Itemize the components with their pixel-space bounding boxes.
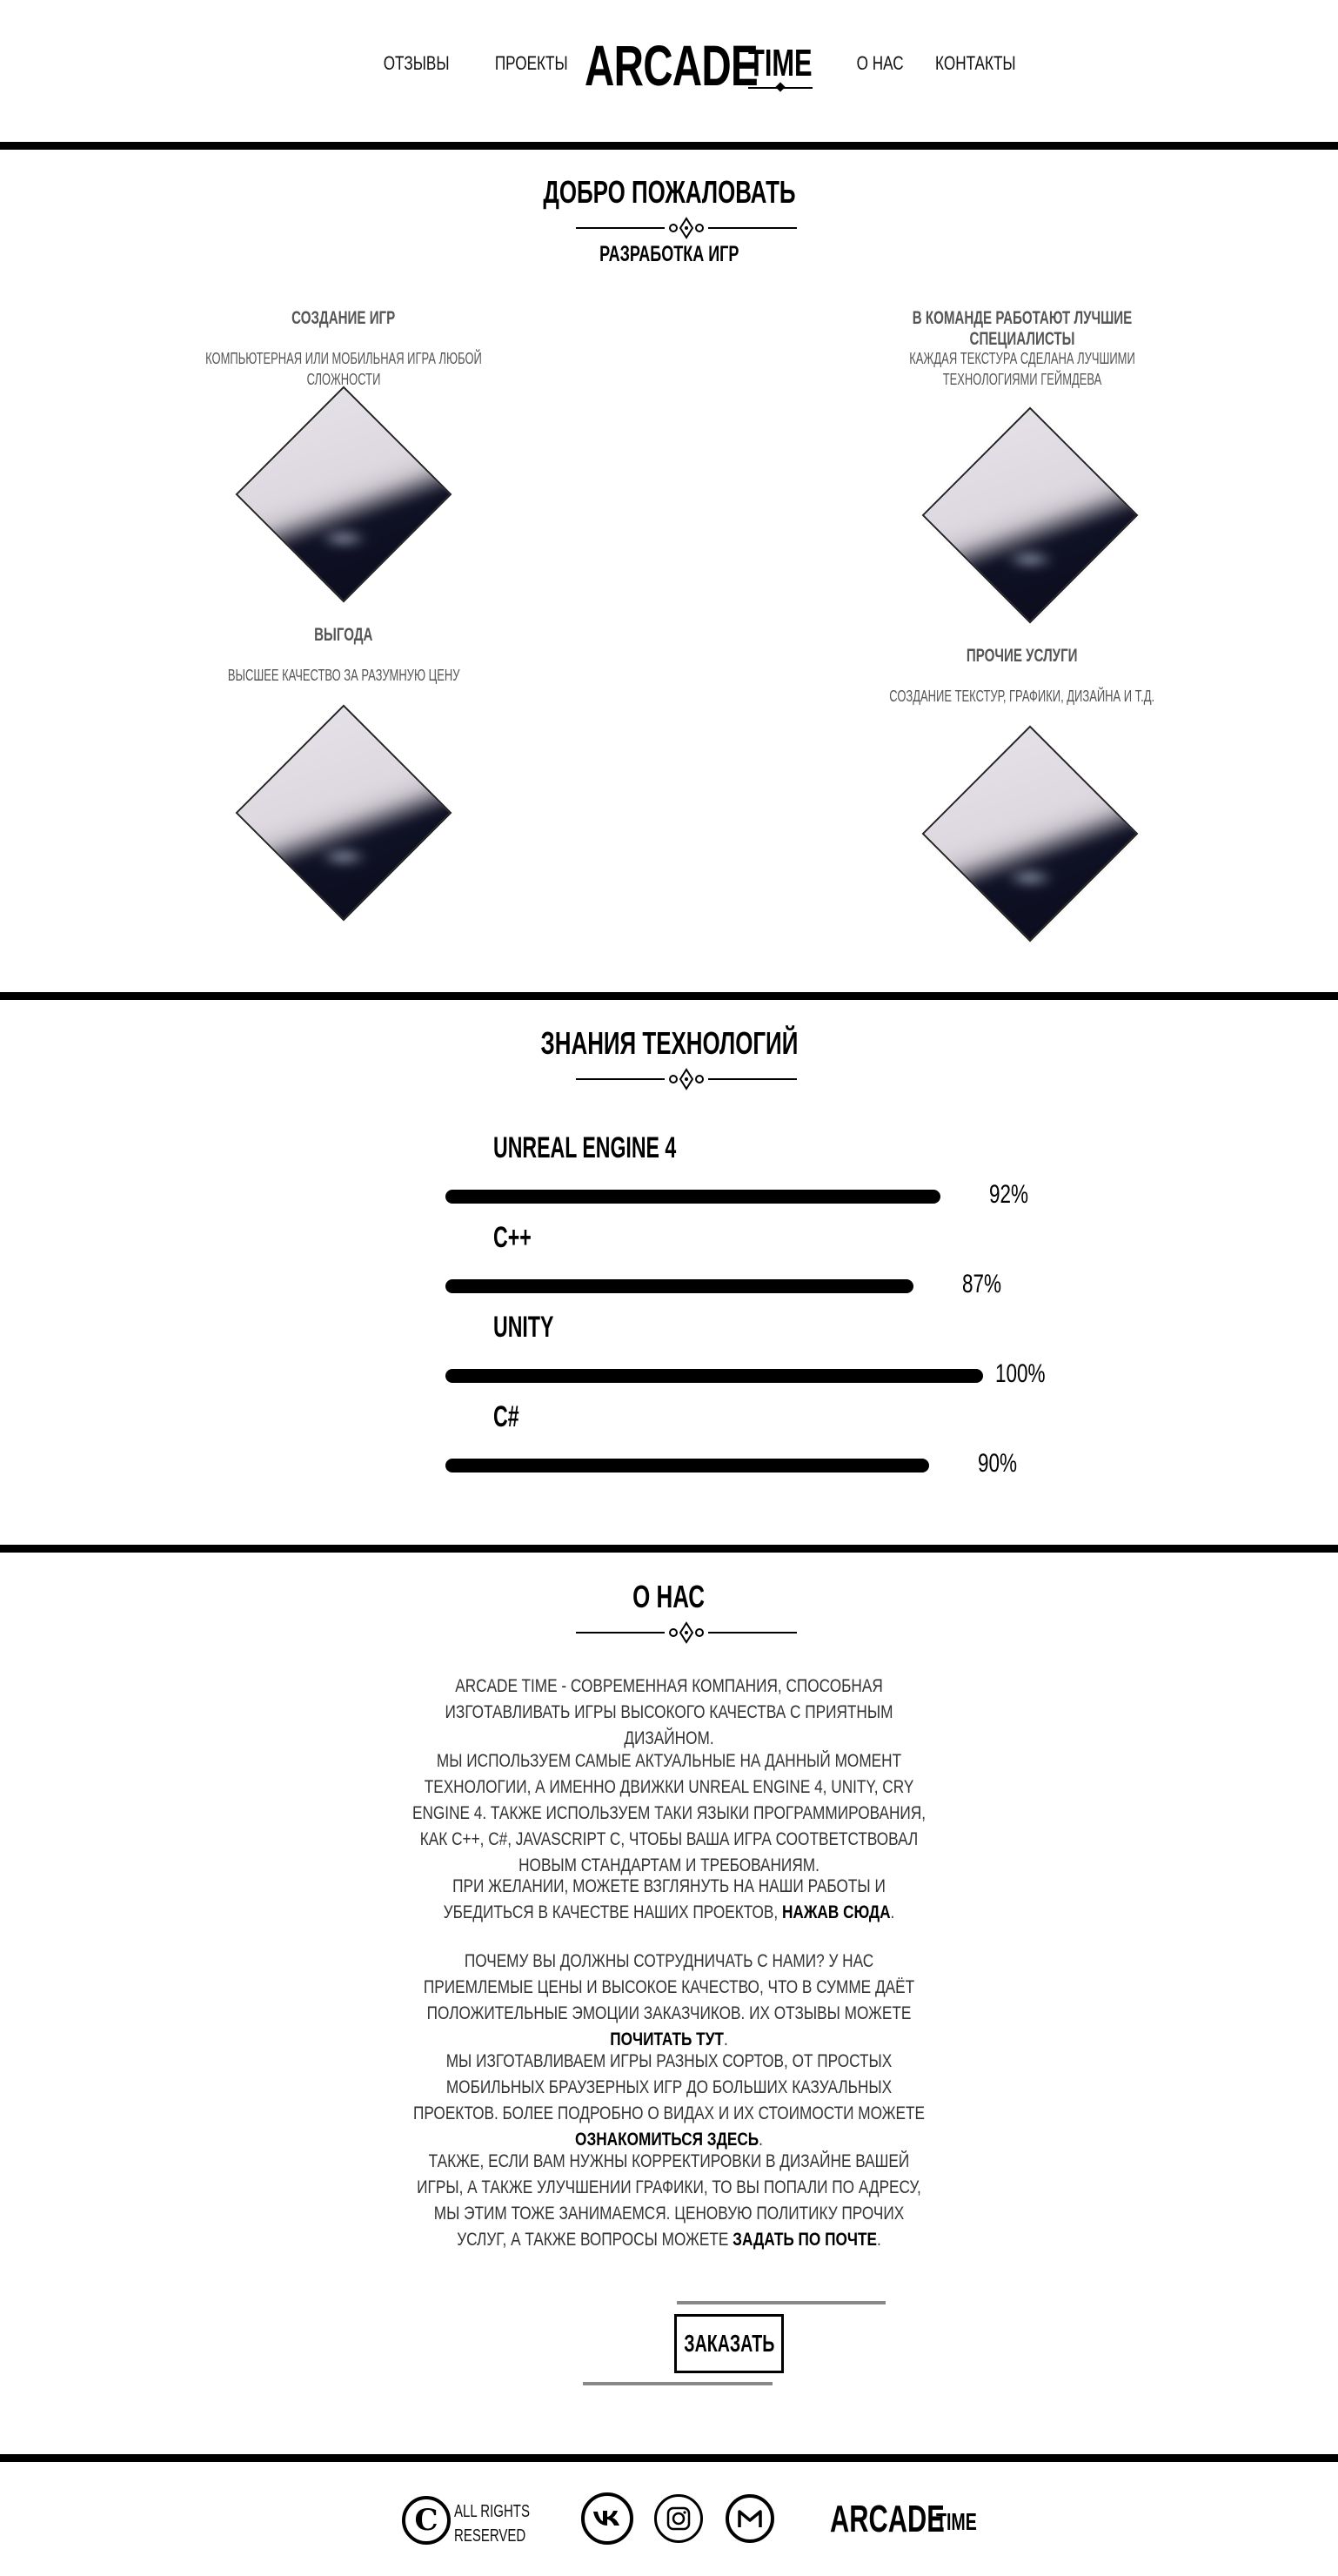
skill-name: C++ — [493, 1221, 532, 1254]
skills-title: ЗНАНИЯ ТЕХНОЛОГИЙ — [540, 1025, 798, 1061]
feature-image — [921, 725, 1139, 943]
feature-image — [921, 406, 1139, 624]
about-paragraph: ARCADE TIME - СОВРЕМЕННАЯ КОМПАНИЯ, СПОС… — [445, 1676, 893, 1748]
nav-link-projects[interactable]: ПРОЕКТЫ — [495, 52, 568, 75]
skill-progress-bar — [445, 1190, 940, 1204]
nav-link-contacts[interactable]: КОНТАКТЫ — [935, 52, 1016, 75]
skill-name: C# — [493, 1400, 519, 1433]
section-divider — [0, 2454, 1338, 2462]
section-divider — [0, 1545, 1338, 1553]
email-link[interactable]: ЗАДАТЬ ПО ПОЧТЕ — [733, 2230, 877, 2250]
logo-secondary-text: TIME — [748, 42, 813, 84]
vk-icon[interactable] — [581, 2492, 633, 2545]
order-button[interactable]: ЗАКАЗАТЬ — [674, 2314, 784, 2373]
skill-progress-bar — [445, 1279, 913, 1293]
logo-main-text: ARCADE — [585, 33, 759, 97]
about-paragraph: ПОЧЕМУ ВЫ ДОЛЖНЫ СОТРУДНИЧАТЬ С НАМИ? У … — [423, 1951, 915, 2049]
skill-name: UNITY — [493, 1311, 554, 1344]
feature-image — [235, 704, 452, 922]
header-logo[interactable]: ARCADE TIME — [585, 33, 813, 97]
skill-name: UNREAL ENGINE 4 — [493, 1131, 677, 1164]
reviews-link[interactable]: ПОЧИТАТЬ ТУТ — [610, 2029, 724, 2049]
nav-link-about[interactable]: О НАС — [857, 52, 904, 75]
about-paragraph: МЫ ИСПОЛЬЗУЕМ САМЫЕ АКТУАЛЬНЫЕ НА ДАННЫЙ… — [411, 1751, 927, 1875]
feature-description: КАЖДАЯ ТЕКСТУРА СДЕЛАНА ЛУЧШИМИ ТЕХНОЛОГ… — [909, 350, 1135, 388]
site-header: ОТЗЫВЫ ПРОЕКТЫ ARCADE TIME О НАС КОНТАКТ… — [0, 0, 1338, 144]
skill-progress-bar — [445, 1459, 929, 1472]
ornament-divider-icon — [576, 1621, 797, 1644]
section-divider — [0, 992, 1338, 1000]
about-paragraph: ТАКЖЕ, ЕСЛИ ВАМ НУЖНЫ КОРРЕКТИРОВКИ В ДИ… — [417, 2151, 921, 2250]
skill-percent: 100% — [995, 1359, 1046, 1388]
welcome-subtitle: РАЗРАБОТКА ИГР — [599, 242, 739, 266]
feature-title: СОЗДАНИЕ ИГР — [291, 308, 396, 328]
about-paragraph: ПРИ ЖЕЛАНИИ, МОЖЕТЕ ВЗГЛЯНУТЬ НА НАШИ РА… — [443, 1876, 895, 1922]
skill-percent: 92% — [989, 1180, 1029, 1209]
pricing-link[interactable]: ОЗНАКОМИТЬСЯ ЗДЕСЬ — [575, 2130, 759, 2150]
skill-percent: 87% — [962, 1270, 1002, 1298]
skill-percent: 90% — [978, 1449, 1018, 1478]
decorative-line — [677, 2301, 886, 2304]
feature-image — [235, 386, 452, 603]
copyright-icon: C — [402, 2496, 451, 2545]
decorative-line — [583, 2382, 773, 2385]
footer-logo[interactable]: ARCADE TIME — [830, 2498, 993, 2541]
feature-title: ПРОЧИЕ УСЛУГИ — [967, 646, 1078, 666]
projects-link[interactable]: НАЖАВ СЮДА — [782, 1902, 891, 1922]
feature-title: В КОМАНДЕ РАБОТАЮТ ЛУЧШИЕ СПЕЦИАЛИСТЫ — [912, 308, 1133, 349]
feature-description: КОМПЬЮТЕРНАЯ ИЛИ МОБИЛЬНАЯ ИГРА ЛЮБОЙ СЛ… — [205, 350, 482, 388]
skill-progress-bar — [445, 1369, 983, 1383]
feature-title: ВЫГОДА — [314, 625, 373, 645]
ornament-divider-icon — [576, 217, 797, 239]
copyright-text: ALL RIGHTS RESERVED — [454, 2502, 530, 2546]
nav-link-reviews[interactable]: ОТЗЫВЫ — [384, 52, 450, 75]
welcome-title: ДОБРО ПОЖАЛОВАТЬ — [542, 174, 796, 210]
about-title: О НАС — [632, 1579, 706, 1614]
section-divider — [0, 142, 1338, 150]
feature-description: ВЫСШЕЕ КАЧЕСТВО ЗА РАЗУМНУЮ ЦЕНУ — [227, 667, 460, 684]
about-paragraph: МЫ ИЗГОТАВЛИВАЕМ ИГРЫ РАЗНЫХ СОРТОВ, ОТ … — [412, 2051, 926, 2150]
instagram-icon[interactable] — [654, 2494, 703, 2543]
gmail-icon[interactable] — [726, 2494, 774, 2543]
feature-description: СОЗДАНИЕ ТЕКСТУР, ГРАФИКИ, ДИЗАЙНА И Т.Д… — [889, 688, 1155, 705]
ornament-divider-icon — [576, 1068, 797, 1090]
